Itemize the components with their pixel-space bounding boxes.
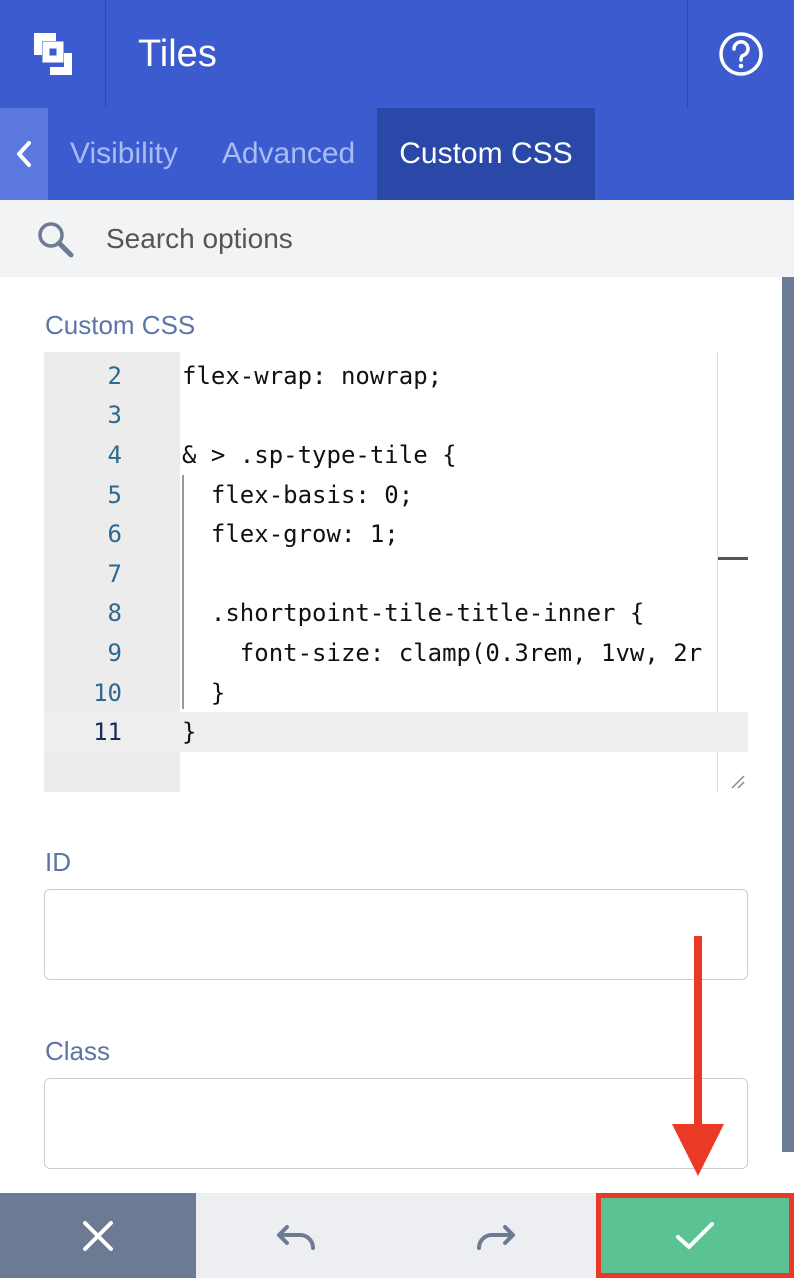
logo — [0, 0, 106, 108]
search-icon — [38, 221, 74, 257]
annotation-arrow-icon — [670, 936, 726, 1187]
checkmark-icon — [676, 1221, 714, 1249]
question-circle-icon — [719, 32, 763, 76]
code-text: flex-grow: 1; — [182, 520, 399, 549]
code-line[interactable]: 8 .shortpoint-tile-title-inner { — [44, 594, 748, 634]
help-button[interactable] — [687, 0, 794, 108]
line-number: 4 — [107, 440, 122, 469]
line-number: 10 — [93, 678, 122, 707]
code-text: .shortpoint-tile-title-inner { — [182, 599, 645, 628]
code-line[interactable]: 7 — [44, 554, 748, 594]
search-input[interactable] — [106, 222, 706, 255]
redo-icon — [476, 1224, 515, 1250]
indent-guide — [182, 475, 184, 709]
panel-title: Tiles — [138, 32, 217, 75]
code-text: & > .sp-type-tile { — [182, 440, 457, 469]
code-text: flex-basis: 0; — [182, 480, 414, 509]
code-line[interactable]: 10 } — [44, 673, 748, 713]
shortpoint-logo-icon — [33, 33, 72, 75]
search-bar — [0, 200, 794, 277]
code-text: font-size: clamp(0.3rem, 1vw, 2r — [182, 638, 703, 667]
code-line-active[interactable]: 11 } — [44, 712, 748, 752]
id-label: ID — [45, 847, 71, 877]
code-line[interactable]: 3 — [44, 396, 748, 436]
code-text: } — [182, 678, 226, 707]
code-line[interactable]: 5 flex-basis: 0; — [44, 475, 748, 515]
class-label: Class — [45, 1036, 111, 1066]
redo-button[interactable] — [396, 1193, 596, 1278]
line-number: 11 — [93, 718, 122, 747]
line-number: 2 — [107, 361, 122, 390]
tab-advanced[interactable]: Advanced — [200, 108, 377, 200]
id-input[interactable] — [44, 889, 748, 980]
cancel-button[interactable] — [0, 1193, 196, 1278]
line-number: 3 — [107, 401, 122, 430]
chevron-left-icon — [17, 141, 31, 167]
code-text: flex-wrap: nowrap; — [182, 361, 443, 390]
line-number: 8 — [107, 599, 122, 628]
tab-custom-css[interactable]: Custom CSS — [377, 108, 595, 200]
confirm-button[interactable] — [596, 1193, 794, 1278]
custom-css-editor[interactable]: 2 flex-wrap: nowrap; 3 4 & > .sp-type-ti… — [44, 352, 748, 792]
class-input[interactable] — [44, 1078, 748, 1169]
undo-button[interactable] — [196, 1193, 396, 1278]
resize-handle-icon[interactable] — [730, 774, 746, 792]
panel-scrollbar[interactable] — [782, 277, 794, 1152]
app-header: Tiles — [0, 0, 794, 108]
line-number: 7 — [107, 559, 122, 588]
code-line[interactable]: 4 & > .sp-type-tile { — [44, 435, 748, 475]
line-number: 5 — [107, 480, 122, 509]
code-line[interactable]: 9 font-size: clamp(0.3rem, 1vw, 2r — [44, 633, 748, 673]
tabs-back-button[interactable] — [0, 108, 48, 200]
custom-css-label: Custom CSS — [45, 310, 196, 340]
tab-bar: Visibility Advanced Custom CSS — [0, 108, 794, 200]
code-line[interactable]: 6 flex-grow: 1; — [44, 514, 748, 554]
code-line[interactable]: 2 flex-wrap: nowrap; — [44, 356, 748, 396]
close-icon — [83, 1220, 113, 1251]
code-text: } — [182, 718, 197, 747]
tab-visibility[interactable]: Visibility — [48, 108, 200, 200]
action-bar — [0, 1193, 794, 1278]
line-number: 9 — [107, 638, 122, 667]
undo-icon — [277, 1224, 316, 1250]
line-number: 6 — [107, 520, 122, 549]
